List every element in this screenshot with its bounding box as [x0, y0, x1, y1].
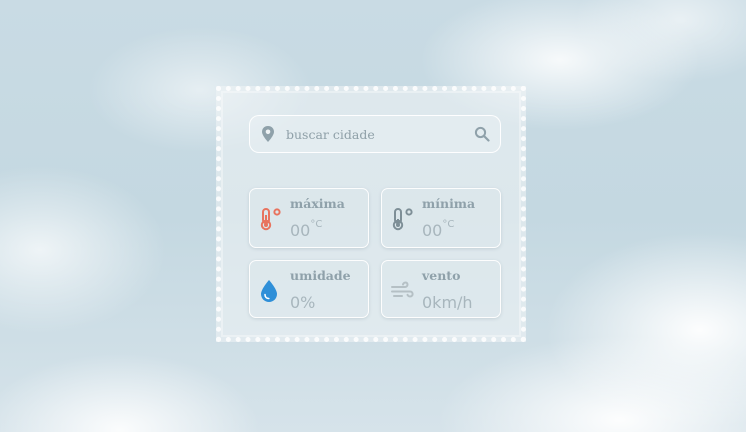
thermometer-cold-icon: [392, 208, 413, 231]
search-input[interactable]: [286, 126, 466, 142]
min-temp-value: 00°C: [422, 219, 455, 240]
humidity-tile: umidade 0%: [249, 260, 369, 318]
search-icon[interactable]: [474, 126, 490, 142]
wind-label: vento: [422, 268, 461, 283]
min-temp-tile: mínima 00°C: [381, 188, 501, 248]
min-temp-label: mínima: [422, 196, 476, 211]
water-drop-icon: [261, 280, 277, 302]
location-pin-icon: [262, 126, 274, 142]
max-temp-value: 00°C: [290, 219, 323, 240]
weather-card: máxima 00°C mínima 00°C umidade 0% vento…: [216, 86, 526, 342]
thermometer-hot-icon: [260, 208, 281, 231]
wind-icon: [391, 281, 414, 298]
humidity-value: 0%: [290, 293, 316, 312]
wind-value: 0km/h: [422, 293, 473, 312]
search-box: [249, 115, 501, 153]
wind-tile: vento 0km/h: [381, 260, 501, 318]
max-temp-label: máxima: [290, 196, 345, 211]
max-temp-tile: máxima 00°C: [249, 188, 369, 248]
humidity-label: umidade: [290, 268, 351, 283]
